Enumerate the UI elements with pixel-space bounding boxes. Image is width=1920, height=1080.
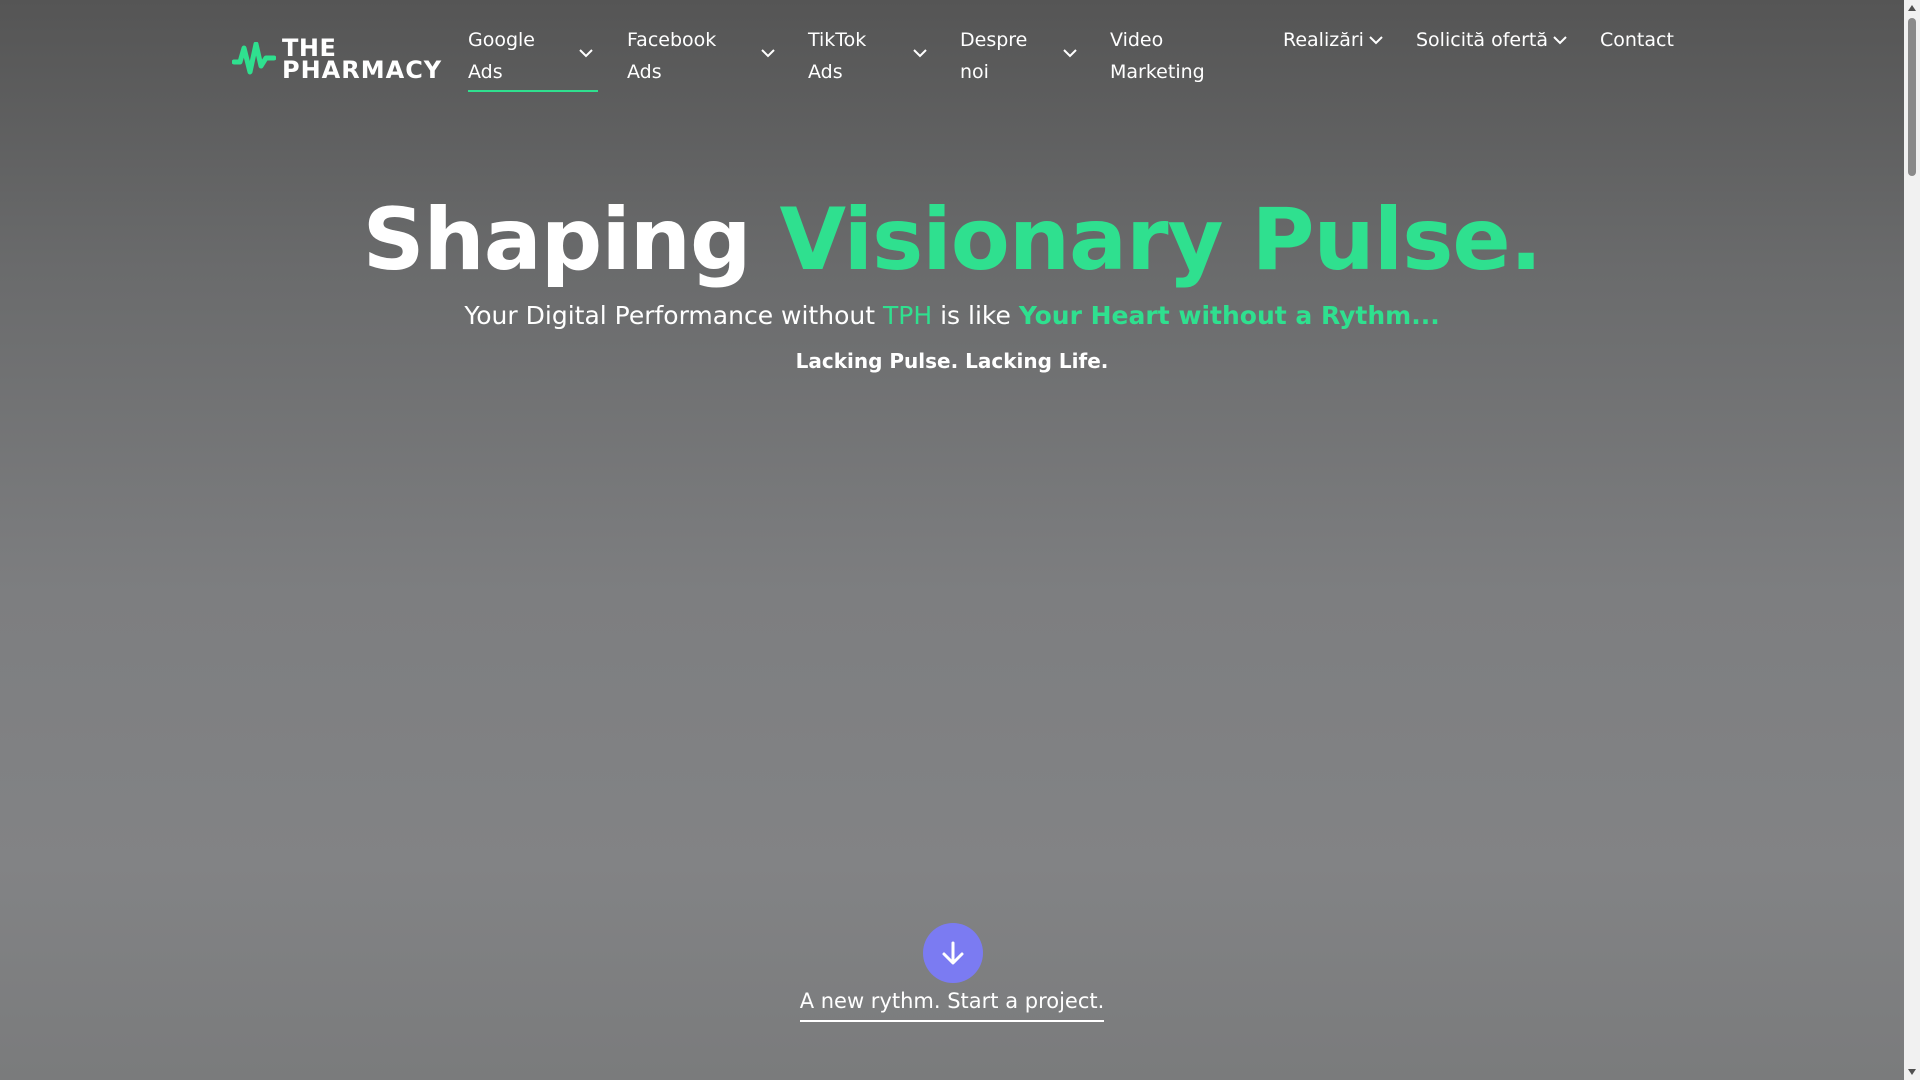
nav-item-video-marketing[interactable]: Video Marketing xyxy=(1110,24,1205,88)
logo-line-2: PHARMACY xyxy=(282,56,443,84)
nav-item-despre-noi[interactable]: Despre noi xyxy=(960,24,1077,88)
nav-label-line-2: Ads xyxy=(627,61,662,83)
scroll-up-arrow-icon[interactable] xyxy=(1904,0,1920,16)
nav-label-line-1: Facebook xyxy=(627,29,717,51)
chevron-down-icon[interactable] xyxy=(578,48,594,58)
hero-subtitle: Your Digital Performance without TPH is … xyxy=(0,296,1904,336)
chevron-down-icon[interactable] xyxy=(1368,35,1384,45)
nav-item-solicita-oferta[interactable]: Solicită ofertă xyxy=(1416,24,1567,56)
scrollbar-thumb[interactable] xyxy=(1908,18,1916,176)
chevron-down-icon[interactable] xyxy=(1062,48,1078,58)
nav-item-tiktok-ads[interactable]: TikTok Ads xyxy=(808,24,927,88)
hero-subtitle-tph: TPH xyxy=(882,301,933,330)
hero-subtitle-part-2: is like xyxy=(940,301,1011,330)
nav-item-facebook-ads[interactable]: Facebook Ads xyxy=(627,24,775,88)
chevron-down-icon[interactable] xyxy=(1552,35,1568,45)
nav-label: Realizări xyxy=(1283,29,1364,51)
hero-tagline: Lacking Pulse. Lacking Life. xyxy=(795,349,1109,373)
nav-label-line-1: Video xyxy=(1110,29,1164,51)
nav-item-realizari[interactable]: Realizări xyxy=(1283,24,1383,56)
cta-container: A new rythm. Start a project. xyxy=(0,984,1904,1022)
logo[interactable]: THE PHARMACY xyxy=(232,36,442,82)
nav-label-line-1: Google xyxy=(468,29,536,51)
chevron-down-icon[interactable] xyxy=(760,48,776,58)
hero-subtitle-part-1: Your Digital Performance without xyxy=(464,301,876,330)
chevron-down-icon[interactable] xyxy=(912,48,928,58)
page: THE PHARMACY Google Ads Facebook Ads Tik… xyxy=(0,0,1904,1080)
site-header: THE PHARMACY Google Ads Facebook Ads Tik… xyxy=(0,0,1904,110)
hero-title-green: Visionary Pulse. xyxy=(779,190,1543,290)
hero-title-white: Shaping xyxy=(362,190,752,290)
logo-wordmark: THE PHARMACY xyxy=(282,36,443,84)
active-underline xyxy=(468,90,598,92)
nav-label-line-1: Despre xyxy=(960,29,1028,51)
nav-label: Contact xyxy=(1600,29,1674,51)
nav-label-line-2: Marketing xyxy=(1110,61,1205,83)
scroll-down-button[interactable] xyxy=(923,923,983,983)
start-project-link[interactable]: A new rythm. Start a project. xyxy=(799,984,1105,1022)
hero-title: Shaping Visionary Pulse. xyxy=(0,190,1904,290)
pulse-logo-icon xyxy=(232,42,276,75)
nav-label-line-1: TikTok xyxy=(808,29,867,51)
vertical-scrollbar[interactable] xyxy=(1904,0,1920,1080)
arrow-down-icon xyxy=(942,941,964,965)
nav-label: Solicită ofertă xyxy=(1416,29,1549,51)
nav-item-contact[interactable]: Contact xyxy=(1600,24,1674,56)
nav-item-google-ads[interactable]: Google Ads xyxy=(468,24,598,92)
nav-label-line-2: Ads xyxy=(468,61,503,83)
nav-label-line-2: noi xyxy=(960,61,989,83)
scroll-down-arrow-icon[interactable] xyxy=(1904,1064,1920,1080)
nav-label-line-2: Ads xyxy=(808,61,843,83)
hero-subtitle-part-3: Your Heart without a Rythm... xyxy=(1018,301,1440,330)
